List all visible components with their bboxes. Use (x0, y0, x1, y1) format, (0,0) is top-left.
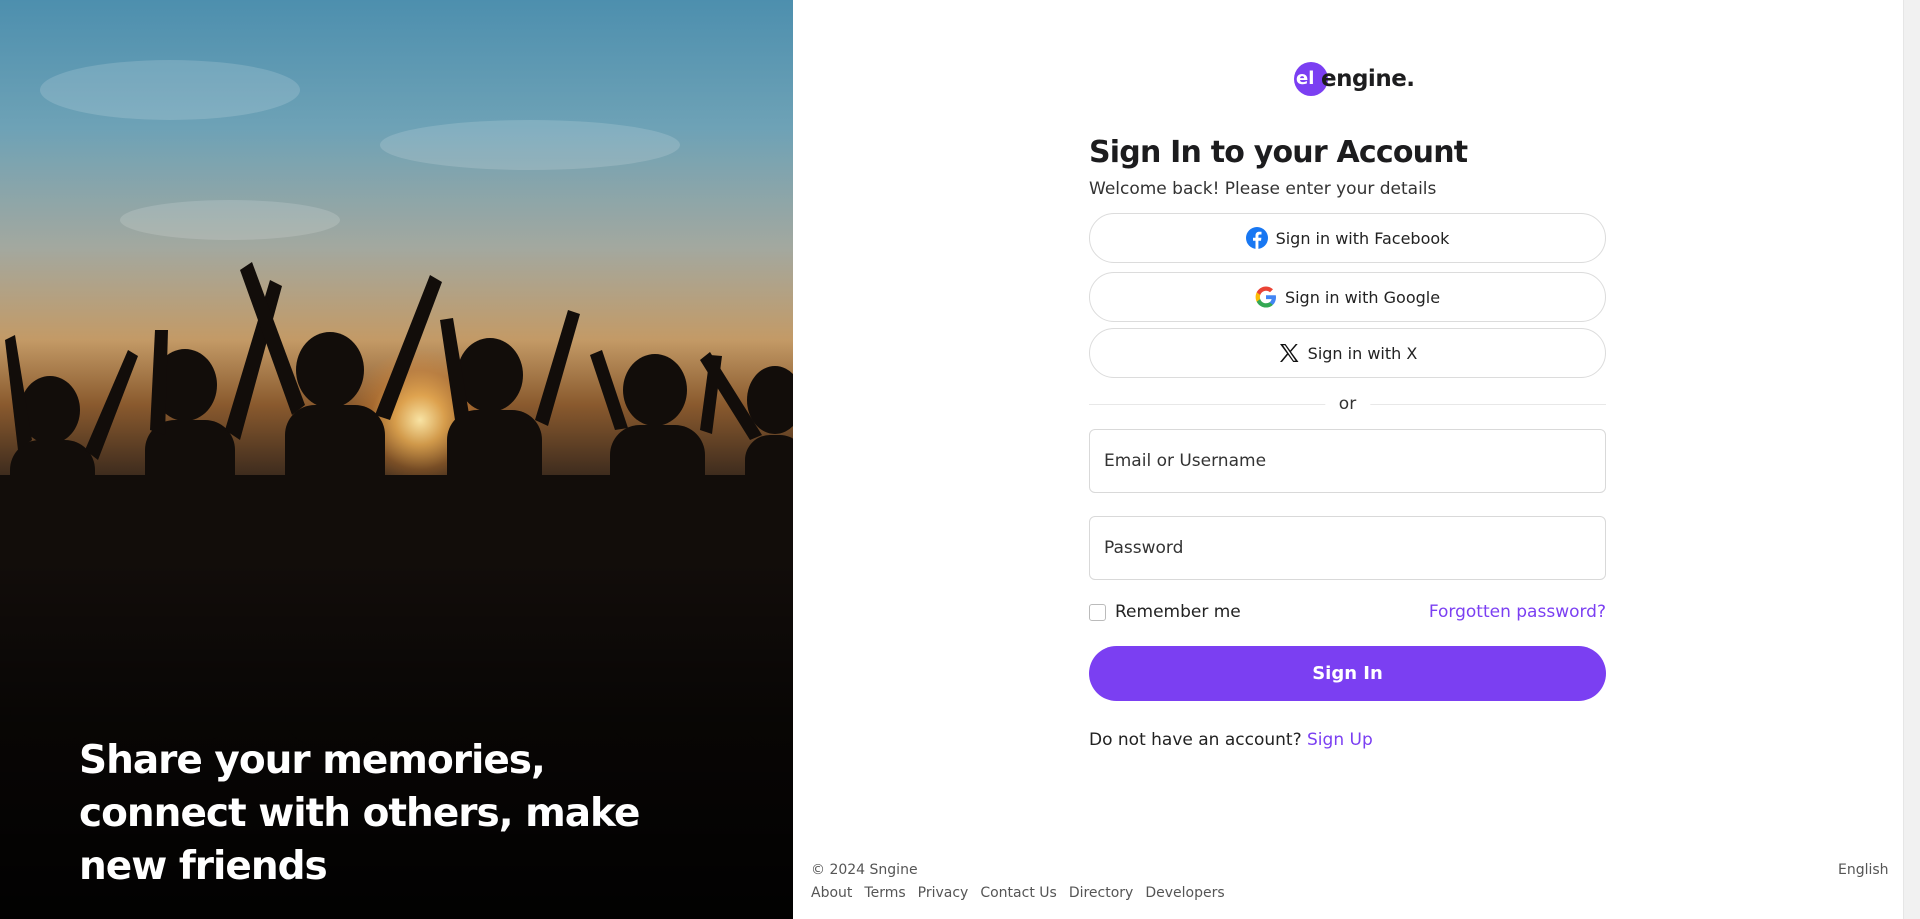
remember-checkbox[interactable] (1089, 603, 1106, 621)
sign-in-facebook-label: Sign in with Facebook (1275, 228, 1450, 248)
google-icon (1255, 286, 1277, 308)
signup-line: Do not have an account? Sign Up (1089, 730, 1606, 750)
footer-link-terms[interactable]: Terms (864, 885, 905, 901)
remember-me[interactable]: Remember me (1089, 602, 1241, 622)
sign-in-x-button[interactable]: Sign in with X (1089, 328, 1606, 378)
hero-image: Share your memories, connect with others… (0, 0, 793, 919)
footer-link-privacy[interactable]: Privacy (918, 885, 969, 901)
or-divider: or (1089, 394, 1606, 414)
sign-in-button[interactable]: Sign In (1089, 646, 1606, 701)
site-logo[interactable]: el engine. (1294, 62, 1415, 96)
language-selector[interactable]: English (1838, 862, 1889, 878)
signup-prompt: Do not have an account? (1089, 730, 1302, 750)
sign-in-google-button[interactable]: Sign in with Google (1089, 272, 1606, 322)
email-field[interactable] (1089, 429, 1606, 493)
x-icon (1278, 342, 1300, 364)
sign-in-facebook-button[interactable]: Sign in with Facebook (1089, 213, 1606, 263)
remember-row: Remember me Forgotten password? (1089, 600, 1606, 624)
footer-copyright: © 2024 Sngine (811, 862, 918, 878)
hero-headline: Share your memories, connect with others… (79, 738, 640, 889)
sign-in-google-label: Sign in with Google (1284, 287, 1441, 307)
logo-text: engine. (1321, 66, 1415, 92)
password-field[interactable] (1089, 516, 1606, 580)
facebook-icon (1245, 227, 1268, 249)
sign-in-x-label: Sign in with X (1307, 343, 1418, 363)
footer-links: About Terms Privacy Contact Us Directory… (811, 885, 1225, 901)
sign-up-link[interactable]: Sign Up (1307, 730, 1373, 750)
page-scrollbar[interactable] (1903, 0, 1920, 919)
footer-link-about[interactable]: About (811, 885, 852, 901)
forgot-password-link[interactable]: Forgotten password? (1429, 602, 1606, 622)
footer-link-developers[interactable]: Developers (1145, 885, 1224, 901)
footer-link-contact[interactable]: Contact Us (980, 885, 1056, 901)
divider-text: or (1324, 394, 1371, 414)
remember-label: Remember me (1115, 602, 1241, 622)
social-buttons: Sign in with Facebook Sign in with Googl… (1089, 213, 1606, 378)
page-subtitle: Welcome back! Please enter your details (1089, 179, 1437, 199)
footer-link-directory[interactable]: Directory (1069, 885, 1134, 901)
page-title: Sign In to your Account (1089, 135, 1468, 170)
sign-in-form: Sign In to your Account Welcome back! Pl… (1089, 130, 1606, 750)
